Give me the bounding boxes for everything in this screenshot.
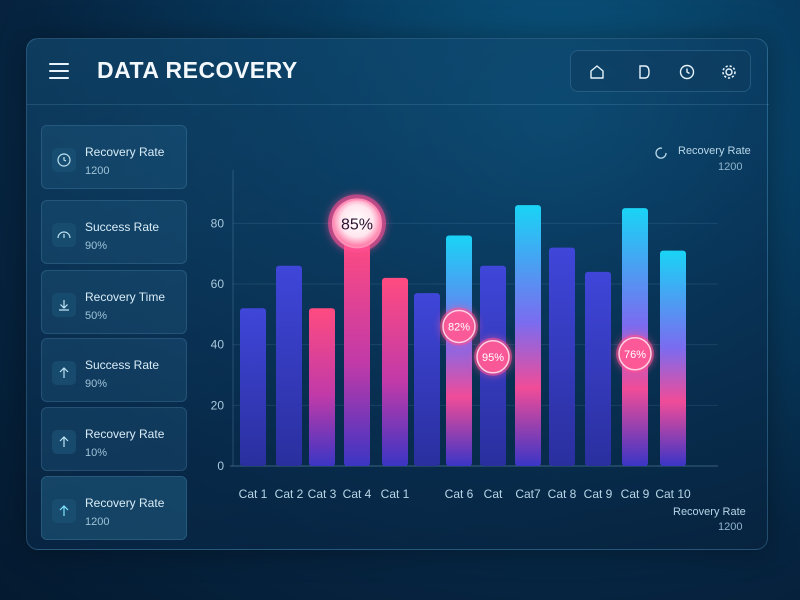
x-tick-label: Cat 1 <box>381 487 410 501</box>
y-tick-label: 0 <box>217 459 224 473</box>
value-bubble[interactable]: 82% <box>440 307 478 346</box>
bar[interactable] <box>276 265 302 466</box>
bar[interactable] <box>549 247 575 466</box>
bubble-label: 76% <box>624 349 646 361</box>
bar[interactable] <box>309 308 335 466</box>
x-tick-label: Cat <box>484 487 503 501</box>
bar[interactable] <box>414 293 440 466</box>
bar[interactable] <box>660 250 686 466</box>
bubble-label: 82% <box>448 321 470 333</box>
y-tick-label: 60 <box>211 277 225 291</box>
value-bubble[interactable]: 95% <box>474 337 512 376</box>
y-tick-label: 20 <box>211 398 225 412</box>
y-tick-label: 40 <box>211 338 225 352</box>
value-bubble[interactable]: 76% <box>616 334 654 373</box>
bar-chart: 0 20 40 60 80 Cat 1 Cat 2 Cat 3 Cat 4 Cat 1 Cat 6… <box>211 170 718 501</box>
x-tick-label: Cat 8 <box>548 487 577 501</box>
bubble-label: 95% <box>482 352 504 364</box>
x-tick-label: Cat 1 <box>239 487 268 501</box>
x-tick-label: Cat 9 <box>621 487 650 501</box>
bar[interactable] <box>585 271 611 466</box>
x-tick-label: Cat 10 <box>655 487 691 501</box>
x-tick-label: Cat 2 <box>275 487 304 501</box>
x-tick-label: Cat 3 <box>308 487 337 501</box>
bar[interactable] <box>446 235 472 466</box>
x-tick-label: Cat 6 <box>445 487 474 501</box>
bar[interactable] <box>515 205 541 466</box>
bubble-label: 85% <box>341 216 373 233</box>
bar[interactable] <box>344 238 370 467</box>
bar[interactable] <box>382 277 408 466</box>
x-tick-label: Cat 4 <box>343 487 372 501</box>
bar[interactable] <box>240 308 266 466</box>
value-bubble[interactable]: 85% <box>328 194 386 253</box>
x-tick-label: Cat7 <box>515 487 541 501</box>
x-tick-label: Cat 9 <box>584 487 613 501</box>
y-tick-label: 80 <box>211 216 225 230</box>
